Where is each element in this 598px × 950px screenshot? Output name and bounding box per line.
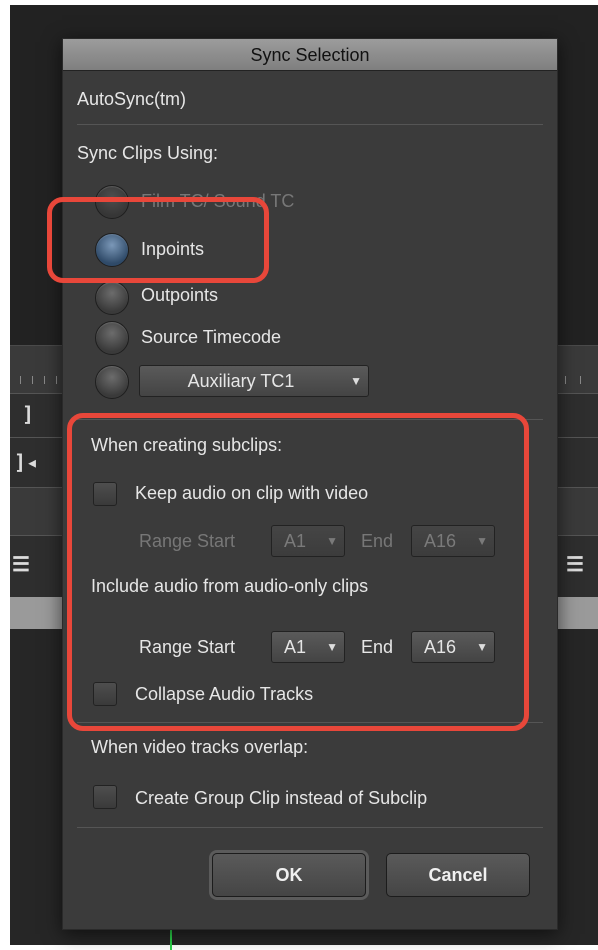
- ok-button[interactable]: OK: [212, 853, 366, 897]
- outpoints-radio[interactable]: [95, 281, 129, 315]
- auxiliary-tc-dropdown[interactable]: Auxiliary TC1 ▼: [139, 365, 369, 397]
- track-menu-icon[interactable]: ☰: [12, 552, 30, 576]
- mark-out-icon[interactable]: ]: [22, 402, 34, 426]
- chevron-down-icon: ▼: [350, 374, 362, 388]
- cancel-button[interactable]: Cancel: [386, 853, 530, 897]
- dialog-title[interactable]: Sync Selection: [63, 39, 557, 71]
- auxiliary-tc-radio[interactable]: [95, 365, 129, 399]
- source-timecode-label: Source Timecode: [141, 327, 282, 347]
- playhead-line: [170, 930, 172, 950]
- outpoints-label: Outpoints: [141, 285, 219, 305]
- source-timecode-radio[interactable]: [95, 321, 129, 355]
- divider: [77, 124, 543, 125]
- sync-selection-dialog: Sync Selection AutoSync(tm) Sync Clips U…: [47, 38, 558, 930]
- subclips-highlight: [67, 413, 529, 731]
- inpoints-highlight: [47, 197, 269, 283]
- overlap-heading: When video tracks overlap:: [91, 737, 309, 757]
- autosync-label: AutoSync(tm): [77, 89, 187, 109]
- filmstrip-icon[interactable]: ☰: [566, 552, 584, 576]
- group-clip-label: Create Group Clip instead of Subclip: [135, 788, 428, 808]
- auxiliary-tc-value: Auxiliary TC1: [187, 371, 295, 391]
- divider: [77, 827, 543, 828]
- group-clip-checkbox[interactable]: [93, 785, 117, 809]
- go-to-out-icon[interactable]: ]◂: [14, 450, 38, 474]
- sync-clips-using-label: Sync Clips Using:: [77, 143, 219, 163]
